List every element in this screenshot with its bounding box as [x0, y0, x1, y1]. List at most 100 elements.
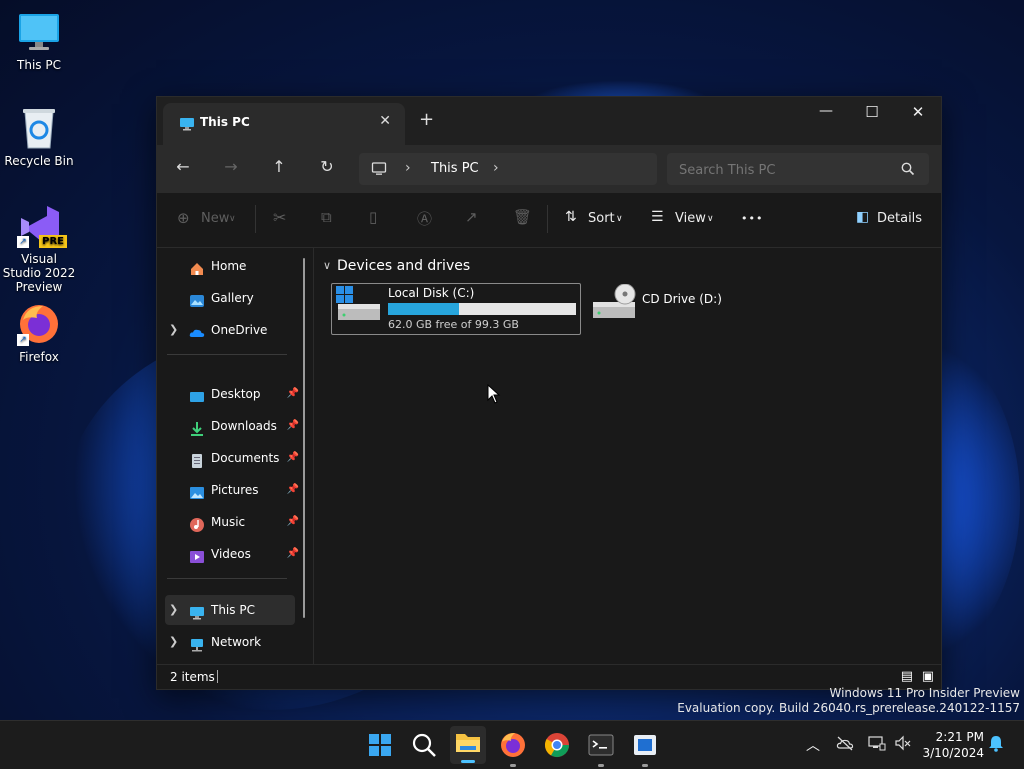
clock-date: 3/10/2024 — [922, 746, 984, 760]
firefox-icon — [501, 733, 525, 757]
nav-item-gallery[interactable]: Gallery — [165, 283, 295, 313]
desktop-icon-visual-studio[interactable]: PRE ↗ Visual Studio 2022 Preview — [1, 204, 77, 294]
notification-bell-icon[interactable] — [988, 734, 1004, 756]
nav-item-music[interactable]: Music 📌 — [165, 507, 299, 537]
taskbar-app[interactable] — [629, 729, 661, 767]
videos-icon — [189, 546, 205, 563]
nav-item-network[interactable]: ❯ Network — [165, 627, 295, 657]
nav-item-videos[interactable]: Videos 📌 — [165, 539, 299, 569]
delete-icon[interactable]: 🗑 — [513, 208, 532, 226]
music-icon — [189, 514, 205, 532]
nav-item-desktop[interactable]: Desktop 📌 — [165, 379, 299, 409]
tab-this-pc[interactable]: This PC ✕ — [163, 103, 405, 145]
desktop-icon-label: Visual Studio 2022 Preview — [2, 252, 76, 294]
close-tab-icon[interactable]: ✕ — [379, 113, 391, 129]
breadcrumb-this-pc[interactable]: This PC — [431, 161, 479, 176]
search-icon[interactable] — [901, 161, 915, 180]
new-tab-button[interactable]: + — [419, 109, 434, 130]
nav-item-label: Downloads — [211, 419, 277, 433]
nav-item-pictures[interactable]: Pictures 📌 — [165, 475, 299, 505]
nav-item-documents[interactable]: Documents 📌 — [165, 443, 299, 473]
pre-badge: PRE — [39, 235, 67, 248]
file-explorer-window: This PC ✕ + — ☐ ✕ ← → ↑ ↻ › This PC › ⊕ … — [156, 96, 942, 690]
pin-icon[interactable]: 📌 — [287, 507, 299, 537]
pin-icon[interactable]: 📌 — [287, 443, 299, 473]
terminal-icon — [588, 734, 614, 756]
new-icon: ⊕ — [177, 209, 190, 227]
nav-item-downloads[interactable]: Downloads 📌 — [165, 411, 299, 441]
expand-chevron-icon[interactable]: ❯ — [169, 315, 178, 345]
drive-cd-d[interactable]: CD Drive (D:) — [591, 283, 731, 333]
onedrive-offline-icon[interactable] — [836, 735, 854, 755]
up-button[interactable]: ↑ — [267, 157, 291, 176]
command-bar: ⊕ New ∨ ✂ ⧉ ▯ Ⓐ ↗ 🗑 ⇅ Sort ∨ ☰ View ∨ ••… — [157, 193, 941, 248]
large-icons-view-icon[interactable]: ▣ — [922, 669, 934, 684]
item-count: 2 items — [170, 670, 215, 684]
close-window-button[interactable]: ✕ — [895, 103, 941, 121]
expand-chevron-icon[interactable]: ❯ — [169, 595, 178, 625]
chrome-icon — [544, 733, 569, 758]
desktop-icon-this-pc[interactable]: This PC — [1, 10, 77, 72]
pin-icon[interactable]: 📌 — [287, 475, 299, 505]
new-button[interactable]: New — [201, 211, 229, 226]
drive-free-space: 62.0 GB free of 99.3 GB — [388, 318, 519, 331]
group-header-devices-drives[interactable]: Devices and drives — [337, 258, 470, 274]
maximize-button[interactable]: ☐ — [849, 103, 895, 121]
desktop-icon-recycle-bin[interactable]: Recycle Bin — [1, 106, 77, 168]
show-hidden-icons-chevron[interactable]: ︿ — [806, 735, 820, 755]
expand-chevron-icon[interactable]: ❯ — [169, 627, 178, 657]
details-button[interactable]: Details — [877, 211, 922, 226]
firefox-icon: ↗ — [17, 302, 61, 346]
address-bar: ← → ↑ ↻ › This PC › — [157, 145, 941, 193]
clock[interactable]: 2:21 PM 3/10/2024 — [922, 729, 984, 761]
nav-pane-scrollbar[interactable] — [303, 258, 305, 618]
network-status-icon[interactable] — [868, 735, 886, 755]
view-button[interactable]: View — [675, 211, 706, 226]
start-button[interactable] — [364, 729, 396, 761]
rename-icon[interactable]: Ⓐ — [417, 208, 432, 229]
taskbar-file-explorer[interactable] — [450, 726, 486, 764]
minimize-button[interactable]: — — [803, 103, 849, 119]
search-box[interactable] — [667, 153, 929, 185]
pin-icon[interactable]: 📌 — [287, 379, 299, 409]
paste-icon[interactable]: ▯ — [369, 208, 377, 226]
volume-muted-icon[interactable] — [894, 735, 912, 755]
taskbar-terminal[interactable] — [585, 729, 617, 767]
watermark-edition: Windows 11 Pro Insider Preview — [829, 686, 1020, 700]
search-button[interactable] — [408, 729, 440, 761]
details-view-icon[interactable]: ▤ — [901, 669, 913, 684]
desktop-icon-firefox[interactable]: ↗ Firefox — [1, 302, 77, 364]
forward-button[interactable]: → — [219, 157, 243, 176]
taskbar-chrome[interactable] — [541, 729, 573, 761]
downloads-icon — [189, 418, 205, 436]
nav-item-label: Desktop — [211, 387, 261, 401]
share-icon[interactable]: ↗ — [465, 208, 478, 226]
search-icon — [412, 733, 436, 757]
drive-name: Local Disk (C:) — [388, 286, 475, 300]
local-disk-icon — [336, 286, 382, 330]
search-input[interactable] — [677, 159, 891, 181]
refresh-button[interactable]: ↻ — [315, 157, 339, 176]
chevron-down-icon: ∨ — [229, 214, 236, 224]
more-options-icon[interactable]: ••• — [741, 212, 763, 225]
nav-item-onedrive[interactable]: ❯ OneDrive — [165, 315, 295, 345]
app-window-icon — [634, 735, 656, 755]
group-collapse-chevron[interactable]: ∨ — [323, 259, 331, 272]
cd-drive-icon — [591, 283, 637, 328]
drive-local-disk-c[interactable]: Local Disk (C:) 62.0 GB free of 99.3 GB — [331, 283, 581, 335]
back-button[interactable]: ← — [171, 157, 195, 176]
visual-studio-icon: PRE ↗ — [17, 204, 67, 248]
taskbar-firefox[interactable] — [497, 729, 529, 767]
pin-icon[interactable]: 📌 — [287, 411, 299, 441]
breadcrumb-separator[interactable]: › — [405, 160, 411, 176]
pin-icon[interactable]: 📌 — [287, 539, 299, 569]
breadcrumb[interactable]: › This PC › — [359, 153, 657, 185]
sort-button[interactable]: Sort — [588, 211, 615, 226]
copy-icon[interactable]: ⧉ — [321, 208, 332, 226]
nav-item-this-pc[interactable]: ❯ This PC — [165, 595, 295, 625]
status-bar: 2 items ▤ ▣ — [157, 664, 941, 689]
cut-icon[interactable]: ✂ — [273, 208, 286, 227]
nav-item-home[interactable]: Home — [165, 251, 295, 281]
breadcrumb-separator[interactable]: › — [493, 160, 499, 176]
drive-usage-bar — [388, 303, 576, 315]
